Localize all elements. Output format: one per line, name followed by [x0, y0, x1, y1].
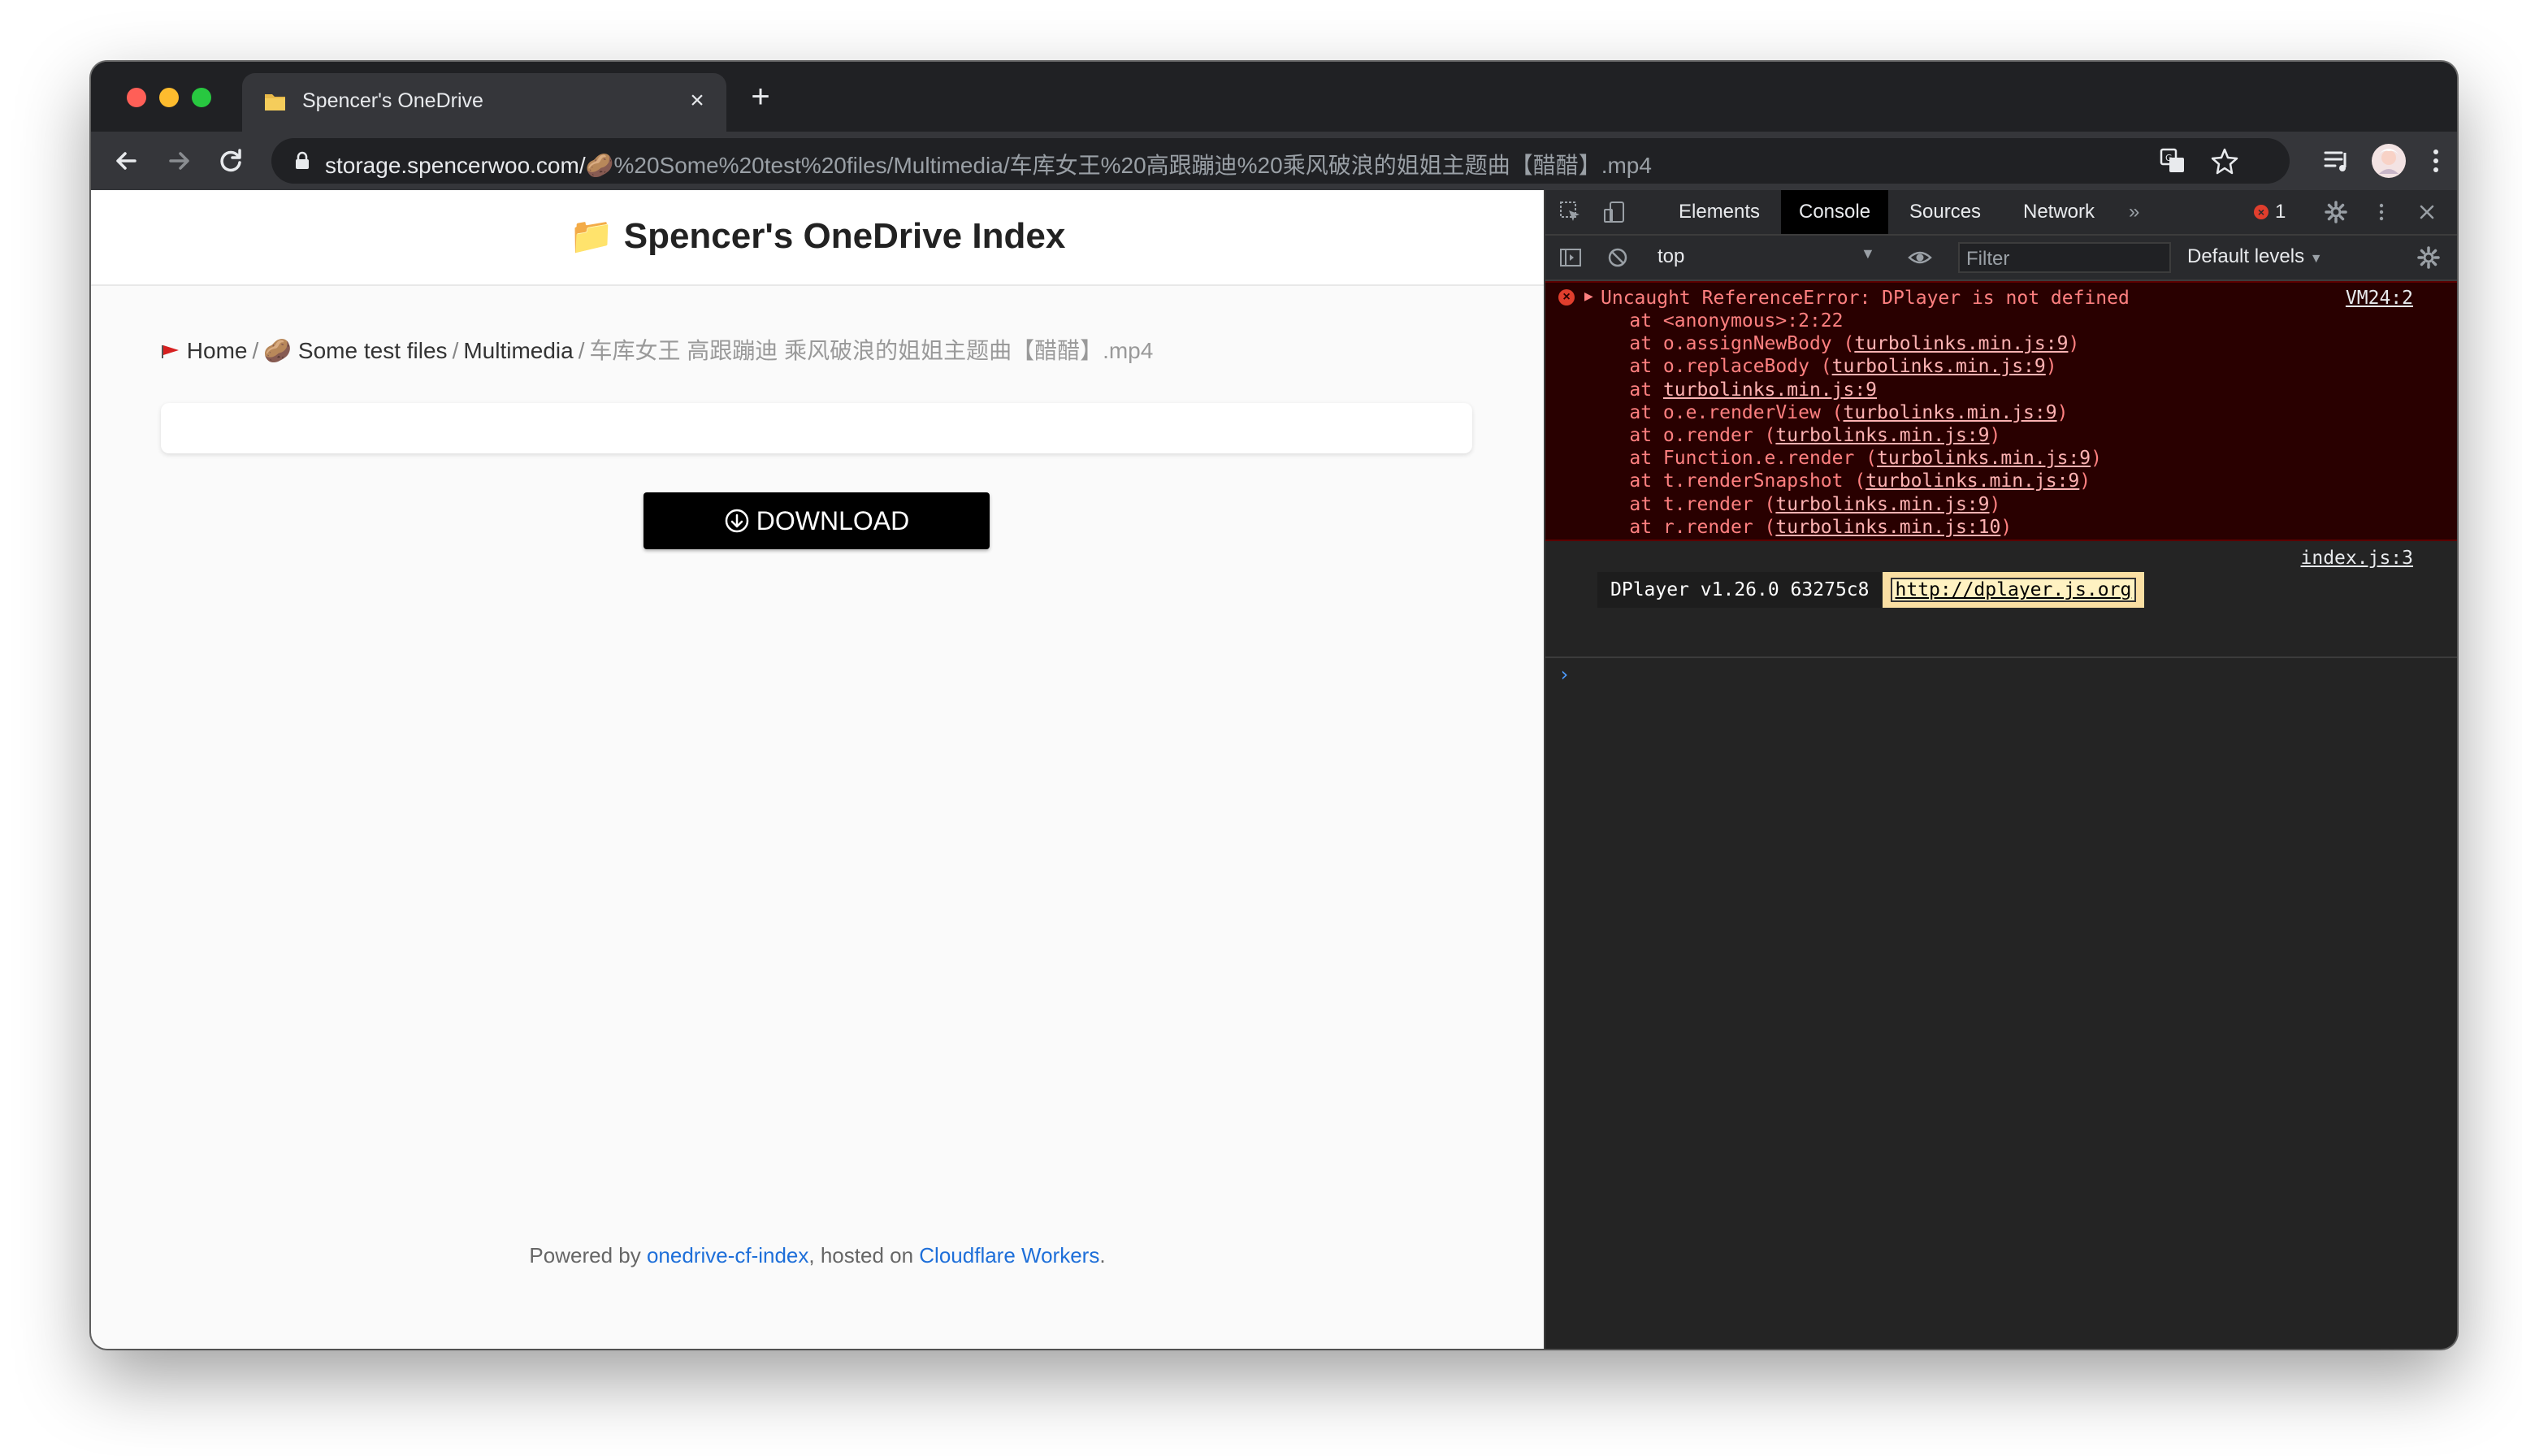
profile-avatar[interactable]: [2366, 138, 2412, 184]
dplayer-link[interactable]: http://dplayer.js.org: [1890, 578, 2137, 602]
stack-frame: at t.render (turbolinks.min.js:9): [1584, 493, 2001, 515]
devtools-close-icon[interactable]: [2415, 200, 2439, 224]
console-filter-input[interactable]: Filter: [1958, 242, 2171, 273]
console-filter-bar: top ▼ Filter Default levels ▼: [1545, 236, 2457, 281]
stack-frame-link[interactable]: turbolinks.min.js:9: [1877, 448, 2091, 469]
page-title[interactable]: 📁 Spencer's OneDrive Index: [91, 214, 1544, 257]
page-title-text: Spencer's OneDrive Index: [623, 216, 1066, 256]
browser-window: Spencer's OneDrive × + storage.spencerwo…: [91, 62, 2457, 1349]
new-tab-button[interactable]: +: [739, 76, 782, 119]
forward-icon[interactable]: [156, 138, 202, 184]
stack-frame-link[interactable]: turbolinks.min.js:9: [1832, 356, 2046, 377]
error-count-badge[interactable]: × 1: [2254, 201, 2286, 223]
stack-frame: at o.assignNewBody (turbolinks.min.js:9): [1584, 333, 2080, 355]
stack-frame-link[interactable]: turbolinks.min.js:9: [1866, 470, 2079, 492]
log-divider: [1545, 656, 2457, 658]
reload-icon[interactable]: [208, 138, 254, 184]
potato-emoji-icon: 🥔: [263, 338, 292, 363]
url-text: storage.spencerwoo.com/🥔%20Some%20test%2…: [325, 153, 1652, 178]
stack-frame: at t.renderSnapshot (turbolinks.min.js:9…: [1584, 470, 2091, 492]
more-tabs-chevron-icon[interactable]: »: [2111, 190, 2157, 234]
levels-dropdown-arrow-icon: ▼: [2309, 252, 2323, 266]
show-sidebar-icon[interactable]: [1558, 245, 1583, 270]
download-label: DOWNLOAD: [756, 505, 910, 535]
footer-link-cloudflare-workers[interactable]: Cloudflare Workers: [919, 1243, 1099, 1268]
download-button[interactable]: DOWNLOAD: [644, 492, 990, 549]
video-player-container: [161, 403, 1472, 453]
console-error-message[interactable]: × ▶ Uncaught ReferenceError: DPlayer is …: [1545, 281, 2457, 541]
tab-strip: Spencer's OneDrive × +: [91, 62, 2457, 132]
breadcrumb-home[interactable]: Home: [187, 338, 248, 363]
back-icon[interactable]: [104, 138, 150, 184]
svg-text:G: G: [2165, 153, 2173, 163]
address-bar[interactable]: storage.spencerwoo.com/🥔%20Some%20test%2…: [271, 138, 2290, 184]
translate-icon[interactable]: G: [2150, 138, 2195, 184]
stack-frame-link[interactable]: turbolinks.min.js:9: [1844, 402, 2057, 423]
folder-emoji-icon: 📁: [569, 216, 614, 256]
footer-link-onedrive-cf-index[interactable]: onedrive-cf-index: [647, 1243, 808, 1268]
breadcrumb-multimedia[interactable]: Multimedia: [463, 338, 573, 363]
stack-frame: at r.render (turbolinks.min.js:10): [1584, 516, 2013, 538]
stack-frame: at o.replaceBody (turbolinks.min.js:9): [1584, 356, 2057, 378]
tab-network[interactable]: Network: [2005, 190, 2112, 234]
tab-console[interactable]: Console: [1781, 190, 1889, 234]
log-source-link[interactable]: index.js:3: [2301, 548, 2413, 569]
device-toolbar-icon[interactable]: [1602, 200, 1627, 224]
log-levels-dropdown[interactable]: Default levels ▼: [2187, 245, 2323, 268]
site-header: 📁 Spencer's OneDrive Index: [91, 190, 1544, 286]
download-circle-icon: [725, 509, 749, 533]
settings-gear-icon[interactable]: [2324, 200, 2348, 224]
tab-close-icon[interactable]: ×: [679, 83, 715, 119]
stack-frame-link[interactable]: turbolinks.min.js:9: [1854, 333, 2068, 354]
breadcrumb: Home / 🥔 Some test files / Multimedia / 车库女王 高…: [161, 333, 1153, 366]
stack-frame-link[interactable]: turbolinks.min.js:9: [1663, 379, 1877, 401]
console-settings-gear-icon[interactable]: [2416, 245, 2441, 270]
stack-frame-link[interactable]: turbolinks.min.js:9: [1775, 494, 1989, 515]
stack-frame: at turbolinks.min.js:9: [1584, 379, 1878, 401]
error-icon: ×: [1558, 289, 1575, 306]
stack-frame: at o.e.renderView (turbolinks.min.js:9): [1584, 401, 2069, 423]
window-close-button[interactable]: [127, 88, 146, 107]
footer: Powered by onedrive-cf-index, hosted on …: [529, 1243, 1106, 1268]
console-prompt[interactable]: ›: [1558, 663, 1570, 686]
stack-frame: at <anonymous>:2:22: [1584, 310, 1844, 332]
stack-frame: at o.render (turbolinks.min.js:9): [1584, 425, 2001, 446]
lock-icon[interactable]: [291, 150, 314, 172]
error-circle-icon: ×: [2254, 205, 2268, 219]
dplayer-version-log: DPlayer v1.26.0 63275c8 http://dplayer.j…: [1597, 572, 2145, 608]
dplayer-version: DPlayer v1.26.0 63275c8: [1597, 572, 1883, 608]
stack-frame-link[interactable]: turbolinks.min.js:10: [1775, 517, 2000, 538]
live-expression-eye-icon[interactable]: [1908, 245, 1932, 270]
devtools-tab-bar: Elements Console Sources Network » × 1: [1545, 190, 2457, 236]
page-content: 📁 Spencer's OneDrive Index Home / 🥔 Some t…: [91, 190, 1544, 1349]
breadcrumb-current-file: 车库女王 高跟蹦迪 乘风破浪的姐姐主题曲【醋醋】.mp4: [589, 338, 1154, 363]
tab-sources[interactable]: Sources: [1892, 190, 1999, 234]
media-controls-icon[interactable]: [2314, 138, 2360, 184]
devtools-panel: Elements Console Sources Network » × 1 t…: [1544, 190, 2457, 1349]
devtools-menu-kebab-icon[interactable]: [2369, 200, 2394, 224]
inspect-element-icon[interactable]: [1558, 200, 1583, 224]
flag-icon: [162, 345, 179, 358]
stack-frame: at Function.e.render (turbolinks.min.js:…: [1584, 448, 2102, 470]
dplayer-link-box: http://dplayer.js.org: [1882, 572, 2145, 608]
error-count: 1: [2275, 201, 2286, 223]
menu-kebab-icon[interactable]: [2413, 138, 2457, 184]
browser-tab[interactable]: Spencer's OneDrive ×: [242, 73, 726, 132]
browser-toolbar: storage.spencerwoo.com/🥔%20Some%20test%2…: [91, 132, 2457, 190]
breadcrumb-some-test-files[interactable]: Some test files: [298, 338, 448, 363]
context-dropdown-arrow-icon[interactable]: ▼: [1861, 245, 1875, 262]
expand-triangle-icon[interactable]: ▶: [1584, 289, 1593, 303]
error-text: Uncaught ReferenceError: DPlayer is not …: [1601, 288, 2130, 309]
bookmark-star-icon[interactable]: [2202, 138, 2247, 184]
stack-frame-link[interactable]: turbolinks.min.js:9: [1775, 425, 1989, 446]
tab-title: Spencer's OneDrive: [302, 89, 483, 112]
tab-elements[interactable]: Elements: [1661, 190, 1778, 234]
window-maximize-button[interactable]: [192, 88, 211, 107]
clear-console-icon[interactable]: [1606, 245, 1630, 270]
window-minimize-button[interactable]: [159, 88, 179, 107]
context-selector[interactable]: top: [1658, 245, 1684, 268]
folder-icon: [265, 94, 285, 110]
error-source-link[interactable]: VM24:2: [2346, 288, 2413, 309]
